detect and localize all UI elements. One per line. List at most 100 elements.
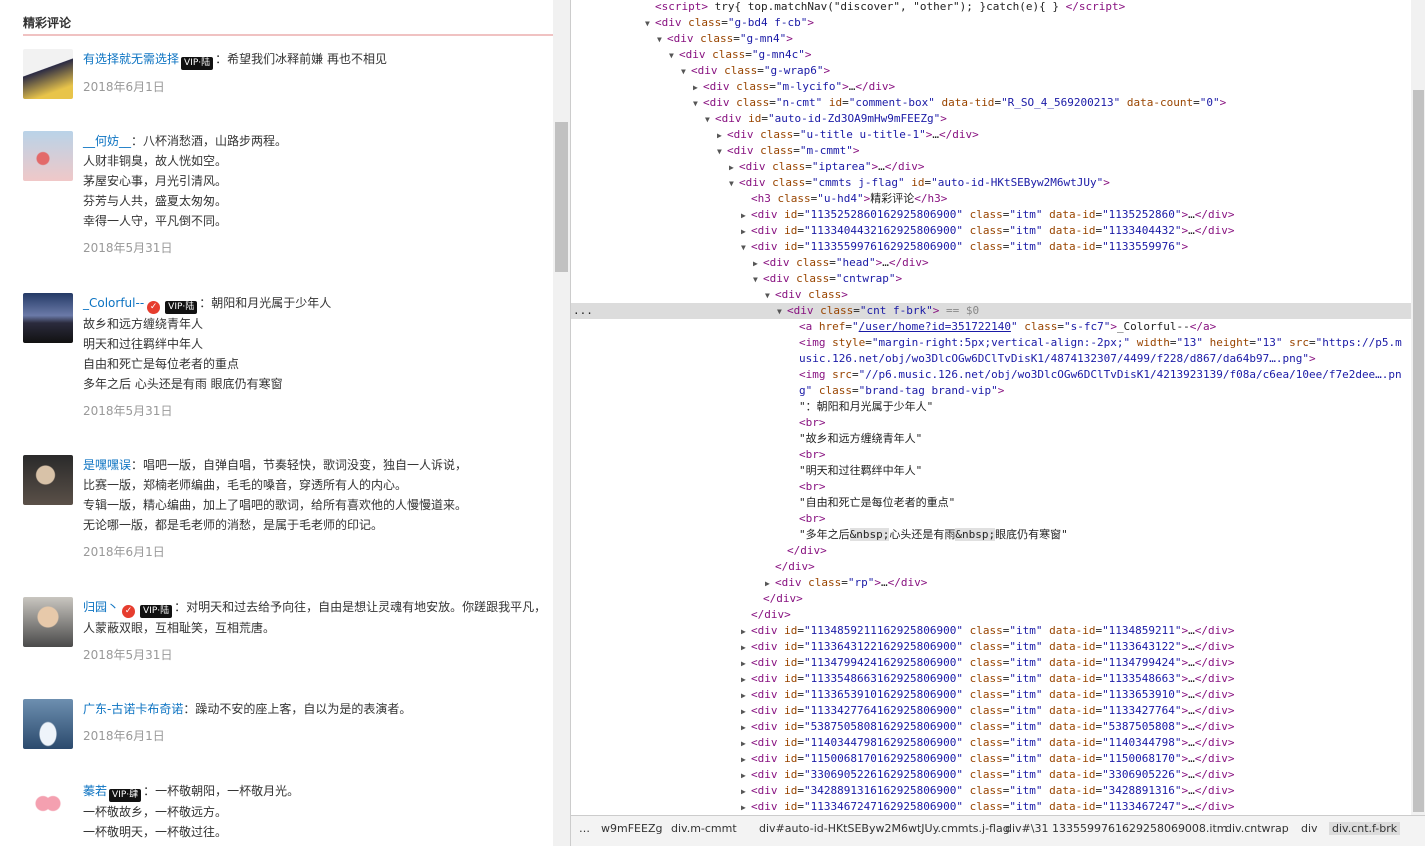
more-actions-icon[interactable]: ... (573, 304, 593, 317)
collapse-arrow-icon[interactable]: ▼ (669, 48, 679, 63)
dom-node-row[interactable]: <img src="//p6.music.126.net/obj/wo3DlcO… (571, 367, 1411, 383)
dom-node-row[interactable]: ▶ <div class="rp">…</div> (571, 575, 1411, 591)
expand-arrow-icon[interactable]: ▶ (741, 768, 751, 783)
expand-arrow-icon[interactable]: ▶ (753, 256, 763, 271)
dom-node-row[interactable]: ▶ <div id="3306905226162925806900" class=… (571, 767, 1411, 783)
collapse-arrow-icon[interactable]: ▼ (681, 64, 691, 79)
dom-node-row[interactable]: <script> try{ top.matchNav("discover", "… (571, 0, 1411, 15)
expand-arrow-icon[interactable]: ▶ (741, 672, 751, 687)
sunset-avatar-icon[interactable] (23, 293, 73, 343)
dom-node-row[interactable]: ▼ <div class="g-mn4"> (571, 31, 1411, 47)
username-link[interactable]: 归园丶 (83, 600, 119, 614)
collapse-arrow-icon[interactable]: ▼ (705, 112, 715, 127)
dom-node-row[interactable]: ▼ <div class="g-mn4c"> (571, 47, 1411, 63)
collapse-arrow-icon[interactable]: ▼ (717, 144, 727, 159)
username-link[interactable]: __何妨__ (83, 134, 131, 148)
username-link[interactable]: 广东-古诺卡布奇诺 (83, 702, 183, 716)
collapse-arrow-icon[interactable]: ▼ (777, 304, 787, 319)
expand-arrow-icon[interactable]: ▶ (741, 208, 751, 223)
breadcrumb-item[interactable]: div#auto-id-HKtSEByw2M6wtJUy.cmmts.j-fla… (759, 822, 1010, 835)
sea-girl-avatar-icon[interactable] (23, 699, 73, 749)
dom-node-row[interactable]: ▶ <div id="1133404432162925806900" class=… (571, 223, 1411, 239)
expand-arrow-icon[interactable]: ▶ (741, 720, 751, 735)
username-link[interactable]: 蓁若 (83, 784, 107, 798)
person-avatar-icon[interactable] (23, 455, 73, 505)
dom-node-row[interactable]: "：朝阳和月光属于少年人" (571, 399, 1411, 415)
dom-node-row[interactable]: <img style="margin-right:5px;vertical-al… (571, 335, 1411, 351)
username-link[interactable]: 是嘿嘿误 (83, 458, 131, 472)
collapse-arrow-icon[interactable]: ▼ (657, 32, 667, 47)
dom-node-row[interactable]: ▶ <div id="3428891316162925806900" class=… (571, 783, 1411, 799)
dom-node-row[interactable]: ▶ <div id="1150068170162925806900" class=… (571, 751, 1411, 767)
breadcrumb-item[interactable]: div.m-cmmt (671, 822, 737, 835)
dom-node-row[interactable]: <h3 class="u-hd4">精彩评论</h3> (571, 191, 1411, 207)
dom-node-row[interactable]: ▶ <div class="m-lycifo">…</div> (571, 79, 1411, 95)
dom-node-row[interactable]: ▼ <div id="1133559976162925806900" class=… (571, 239, 1411, 255)
expand-arrow-icon[interactable]: ▶ (765, 576, 775, 591)
dom-node-row[interactable]: ▼ <div class="cntwrap"> (571, 271, 1411, 287)
dom-node-row[interactable]: usic.126.net/obj/wo3DlcOGw6DClTvDisK1/48… (571, 351, 1411, 367)
dom-node-row[interactable]: "多年之后&nbsp;心头还是有雨&nbsp;眼底仍有寒窗" (571, 527, 1411, 543)
anime-avatar-icon[interactable] (23, 49, 73, 99)
dom-node-row[interactable]: g" class="brand-tag brand-vip"> (571, 383, 1411, 399)
expand-arrow-icon[interactable]: ▶ (741, 800, 751, 815)
breadcrumb-item[interactable]: div (1301, 822, 1318, 835)
expand-arrow-icon[interactable]: ▶ (693, 80, 703, 95)
dom-node-row[interactable]: ▼ <div class="n-cmt" id="comment-box" dat… (571, 95, 1411, 111)
username-link[interactable]: 有选择就无需选择 (83, 52, 179, 66)
boy-avatar-icon[interactable] (23, 597, 73, 647)
expand-arrow-icon[interactable]: ▶ (741, 704, 751, 719)
dom-node-row[interactable]: ▶ <div id="1140344798162925806900" class=… (571, 735, 1411, 751)
dom-node-row[interactable]: ▶ <div id="1134799424162925806900" class=… (571, 655, 1411, 671)
expand-arrow-icon[interactable]: ▶ (741, 752, 751, 767)
heart-avatar-icon[interactable] (23, 781, 73, 831)
expand-arrow-icon[interactable]: ▶ (741, 688, 751, 703)
breadcrumb-item[interactable]: w9mFEEZg (601, 822, 662, 835)
expand-arrow-icon[interactable]: ▶ (741, 224, 751, 239)
dom-node-row[interactable]: ▼ <div class> (571, 287, 1411, 303)
breadcrumb-item[interactable]: div#\31 1335599761629258069008.itm (1005, 822, 1228, 835)
dom-node-row[interactable]: ▶ <div id="1133427764162925806900" class=… (571, 703, 1411, 719)
expand-arrow-icon[interactable]: ▶ (741, 736, 751, 751)
dom-node-row[interactable]: <br> (571, 415, 1411, 431)
expand-arrow-icon[interactable]: ▶ (741, 624, 751, 639)
dom-node-row[interactable]: ▶ <div id="1133643122162925806900" class=… (571, 639, 1411, 655)
dom-node-row[interactable]: ▼ <div id="auto-id-Zd3OA9mHw9mFEEZg"> (571, 111, 1411, 127)
page-scrollbar-thumb[interactable] (555, 122, 568, 272)
dom-node-row[interactable]: <br> (571, 447, 1411, 463)
dom-node-row[interactable]: </div> (571, 607, 1411, 623)
dom-node-row[interactable]: ▶ <div id="1133653910162925806900" class=… (571, 687, 1411, 703)
dom-node-row[interactable]: ▶ <div id="1133467247162925806900" class=… (571, 799, 1411, 815)
collapse-arrow-icon[interactable]: ▼ (693, 96, 703, 111)
dom-node-selected[interactable]: ▼ <div class="cnt f-brk"> == $0 (571, 303, 1411, 319)
dom-node-row[interactable]: <br> (571, 479, 1411, 495)
dom-node-row[interactable]: <br> (571, 511, 1411, 527)
dom-node-row[interactable]: ▼ <div class="g-bd4 f-cb"> (571, 15, 1411, 31)
dom-node-row[interactable]: </div> (571, 591, 1411, 607)
dom-node-row[interactable]: ▼ <div class="g-wrap6"> (571, 63, 1411, 79)
dom-node-row[interactable]: ▶ <div id="5387505808162925806900" class=… (571, 719, 1411, 735)
breadcrumb-item[interactable]: div.cnt.f-brk (1329, 822, 1401, 835)
expand-arrow-icon[interactable]: ▶ (717, 128, 727, 143)
dom-node-row[interactable]: ▶ <div class="iptarea">…</div> (571, 159, 1411, 175)
expand-arrow-icon[interactable]: ▶ (729, 160, 739, 175)
collapse-arrow-icon[interactable]: ▼ (729, 176, 739, 191)
dom-node-row[interactable]: ▶ <div class="u-title u-title-1">…</div> (571, 127, 1411, 143)
breadcrumb-item[interactable]: div.cntwrap (1225, 822, 1289, 835)
breadcrumb-overflow[interactable]: … (579, 822, 590, 835)
dom-tree-scrollbar-thumb[interactable] (1413, 90, 1424, 812)
sky-avatar-icon[interactable] (23, 131, 73, 181)
expand-arrow-icon[interactable]: ▶ (741, 784, 751, 799)
collapse-arrow-icon[interactable]: ▼ (753, 272, 763, 287)
dom-node-row[interactable]: ▼ <div class="m-cmmt"> (571, 143, 1411, 159)
dom-node-row[interactable]: ▶ <div class="head">…</div> (571, 255, 1411, 271)
collapse-arrow-icon[interactable]: ▼ (645, 16, 655, 31)
expand-arrow-icon[interactable]: ▶ (741, 656, 751, 671)
dom-node-row[interactable]: "自由和死亡是每位老者的重点" (571, 495, 1411, 511)
dom-node-row[interactable]: ▼ <div class="cmmts j-flag" id="auto-id-H… (571, 175, 1411, 191)
expand-arrow-icon[interactable]: ▶ (741, 640, 751, 655)
dom-node-row[interactable]: </div> (571, 559, 1411, 575)
dom-node-row[interactable]: "明天和过往羁绊中年人" (571, 463, 1411, 479)
dom-node-row[interactable]: ▶ <div id="1133548663162925806900" class=… (571, 671, 1411, 687)
dom-node-row[interactable]: ▶ <div id="1135252860162925806900" class=… (571, 207, 1411, 223)
